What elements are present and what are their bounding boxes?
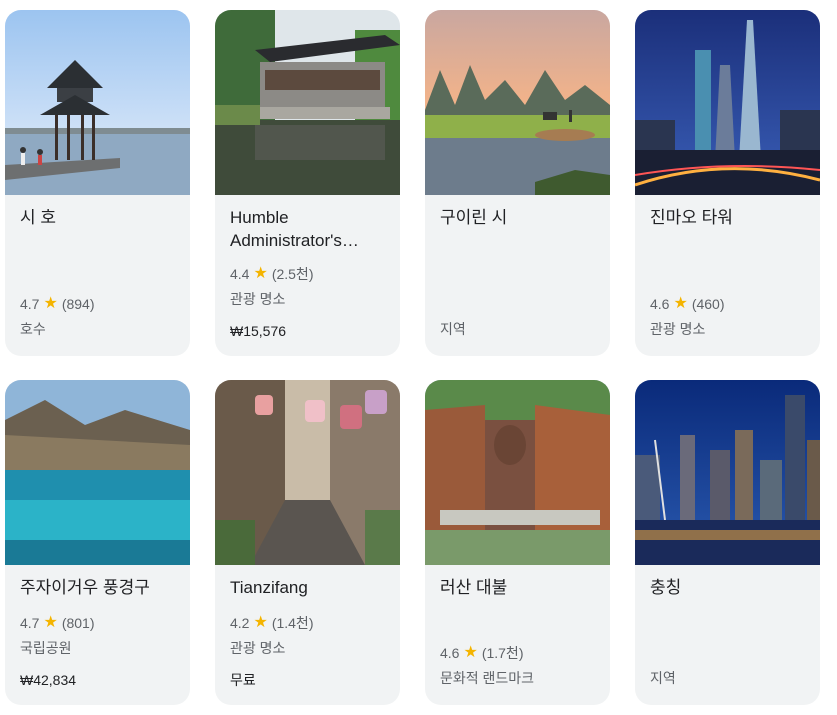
attraction-image: [215, 10, 400, 195]
rating-row: 4.2 ★ (1.4천): [230, 614, 395, 632]
attraction-image: [425, 10, 610, 195]
attraction-title: 진마오 타워: [650, 208, 733, 227]
rating-row: 4.7 ★ (894): [20, 295, 185, 313]
attraction-title: 구이린 시: [440, 208, 508, 227]
attraction-title: 주자이거우 풍경구: [20, 578, 150, 597]
attractions-grid: 시 호 4.7 ★ (894) 호수 Humble Administrator': [0, 0, 837, 715]
attraction-category: 문화적 랜드마크: [440, 670, 535, 686]
attraction-image: [5, 380, 190, 565]
review-count: (460): [691, 296, 725, 312]
attraction-card[interactable]: Tianzifang 4.2 ★ (1.4천) 관광 명소 무료: [215, 380, 400, 705]
attraction-category: 국립공원: [20, 640, 72, 656]
attraction-image: [215, 380, 400, 565]
attraction-category: 관광 명소: [230, 640, 286, 656]
attraction-category: 지역: [650, 670, 676, 686]
rating-row: 4.7 ★ (801): [20, 614, 185, 632]
review-count: (801): [61, 615, 95, 631]
star-icon: ★: [43, 295, 58, 312]
attraction-title: Humble Administrator's Garden: [230, 208, 342, 250]
attraction-price: ₩15,576: [230, 323, 287, 339]
rating-value: 4.7: [20, 296, 40, 312]
attraction-image: [425, 380, 610, 565]
attraction-category: 지역: [440, 321, 466, 337]
rating-value: 4.2: [230, 615, 250, 631]
attraction-card[interactable]: Humble Administrator's Garden 4.4 ★ (2.5…: [215, 10, 400, 356]
rating-value: 4.6: [650, 296, 670, 312]
attraction-title: 충칭: [650, 578, 682, 597]
star-icon: ★: [253, 614, 268, 631]
attraction-category: 관광 명소: [230, 291, 286, 307]
attraction-title: 러산 대불: [440, 578, 508, 597]
rating-value: 4.7: [20, 615, 40, 631]
attraction-category: 관광 명소: [650, 321, 706, 337]
attraction-price: ₩42,834: [20, 672, 77, 688]
rating-value: 4.4: [230, 266, 250, 282]
attraction-card[interactable]: 주자이거우 풍경구 4.7 ★ (801) 국립공원 ₩42,834: [5, 380, 190, 705]
review-count: (1.4천): [271, 615, 314, 631]
attraction-price: 무료: [230, 672, 256, 688]
review-count: (1.7천): [481, 645, 524, 661]
rating-row: 4.6 ★ (460): [650, 295, 815, 313]
attraction-image: [635, 380, 820, 565]
attraction-card[interactable]: 구이린 시 지역: [425, 10, 610, 356]
star-icon: ★: [463, 644, 478, 661]
attraction-title: Tianzifang: [230, 578, 308, 597]
review-count: (894): [61, 296, 95, 312]
rating-row: 4.6 ★ (1.7천): [440, 644, 605, 662]
attraction-card[interactable]: 러산 대불 4.6 ★ (1.7천) 문화적 랜드마크: [425, 380, 610, 705]
rating-row: 4.4 ★ (2.5천): [230, 265, 395, 283]
rating-value: 4.6: [440, 645, 460, 661]
star-icon: ★: [43, 614, 58, 631]
attraction-title: 시 호: [20, 208, 57, 227]
attraction-card[interactable]: 충칭 지역: [635, 380, 820, 705]
attraction-card[interactable]: 시 호 4.7 ★ (894) 호수: [5, 10, 190, 356]
review-count: (2.5천): [271, 266, 314, 282]
star-icon: ★: [253, 265, 268, 282]
attraction-image: [5, 10, 190, 195]
attraction-category: 호수: [20, 321, 46, 337]
attraction-card[interactable]: 진마오 타워 4.6 ★ (460) 관광 명소: [635, 10, 820, 356]
star-icon: ★: [673, 295, 688, 312]
attraction-image: [635, 10, 820, 195]
